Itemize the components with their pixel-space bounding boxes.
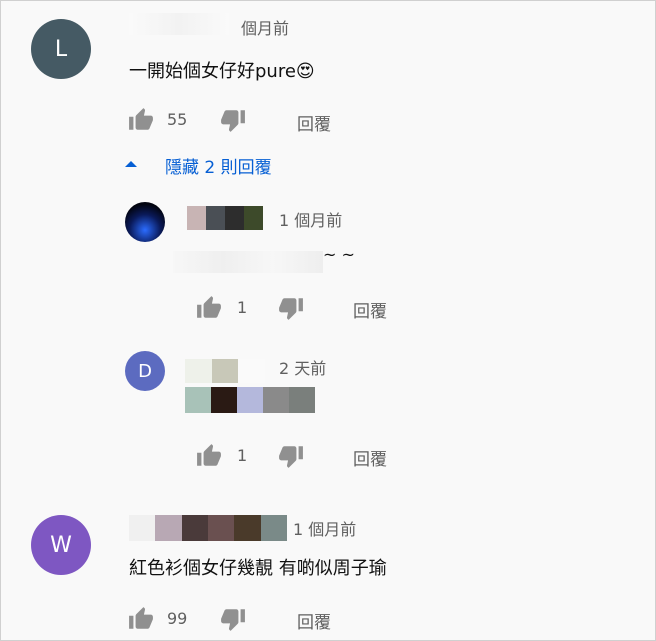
like-count: 1 [237, 446, 248, 465]
comment-time: 個月前 [241, 19, 290, 38]
reply-button[interactable]: 回覆 [353, 445, 387, 470]
like-count: 99 [167, 609, 188, 628]
reply-time: 1 個月前 [279, 211, 343, 230]
avatar[interactable]: L [31, 19, 91, 79]
dislike-icon[interactable] [277, 443, 305, 469]
avatar[interactable]: W [31, 515, 91, 575]
avatar[interactable]: D [125, 351, 165, 391]
comment-text: 一開始個女仔好pure😍 [129, 61, 315, 82]
like-icon[interactable] [127, 107, 155, 133]
reply-button[interactable]: 回覆 [353, 297, 387, 322]
avatar-letter: W [50, 532, 72, 558]
dislike-icon[interactable] [219, 107, 247, 133]
dislike-icon[interactable] [277, 295, 305, 321]
like-count: 1 [237, 298, 248, 317]
like-icon[interactable] [195, 443, 223, 469]
author-name-redacted [129, 515, 287, 541]
reply-time: 2 天前 [279, 359, 327, 378]
author-name-redacted [185, 359, 266, 383]
like-icon[interactable] [195, 295, 223, 321]
dislike-icon[interactable] [219, 606, 247, 632]
comments-section: L 個月前 一開始個女仔好pure😍 55 回覆 隱藏 2 則回覆 1 個月前 … [0, 0, 656, 641]
chevron-up-icon[interactable] [125, 161, 137, 167]
reply-text-redacted [185, 387, 315, 413]
reply-text-tail: ~ ~ [323, 245, 355, 264]
avatar-letter: L [54, 36, 68, 62]
author-name-redacted [129, 13, 229, 35]
avatar-letter: D [138, 360, 152, 382]
reply-text-redacted [173, 251, 323, 273]
reply-button[interactable]: 回覆 [297, 608, 331, 633]
reply-button[interactable]: 回覆 [297, 110, 331, 135]
author-name-redacted [187, 206, 263, 230]
hide-replies-button[interactable]: 隱藏 2 則回覆 [165, 153, 272, 178]
like-icon[interactable] [127, 606, 155, 632]
like-count: 55 [167, 110, 188, 129]
comment-time: 1 個月前 [293, 520, 357, 539]
comment-text: 紅色衫個女仔幾靚 有啲似周子瑜 [129, 558, 387, 579]
avatar[interactable] [125, 202, 165, 242]
